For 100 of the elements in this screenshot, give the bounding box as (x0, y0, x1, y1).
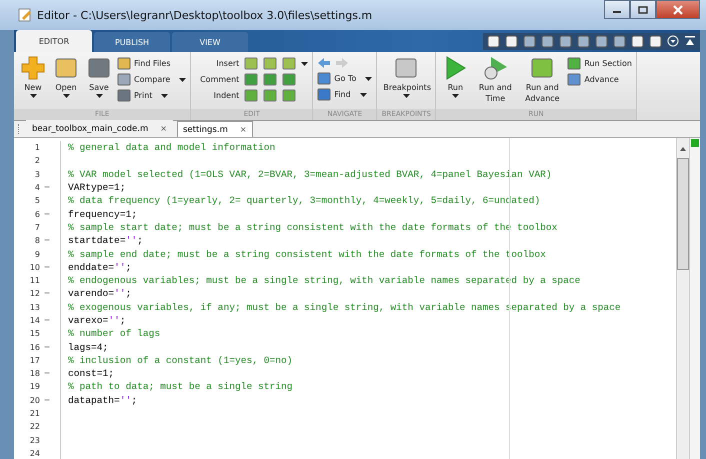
line-number: 18 (28, 369, 40, 378)
close-icon (673, 4, 683, 14)
toolstrip-button[interactable]: Find Files (117, 57, 186, 70)
line-number: 2 (34, 156, 40, 166)
toolbar-icon[interactable] (577, 34, 590, 48)
code-line: VARtype=1; (68, 182, 126, 194)
line-number: 16 (28, 342, 40, 352)
maximize-button[interactable] (630, 0, 656, 19)
code-line: varendo=''; (68, 288, 132, 300)
plus-icon (20, 55, 46, 81)
code-line: % general data and model information (68, 142, 276, 154)
toolbar-icon[interactable] (649, 34, 662, 48)
line-number: 6 (34, 210, 40, 219)
toolbar-icon[interactable] (487, 34, 500, 48)
code-line: frequency=1; (68, 208, 138, 220)
scrollbar[interactable] (676, 138, 689, 459)
line-number: 21 (28, 409, 40, 418)
dropdown-arrow-icon (179, 78, 186, 82)
code-line: % data frequency (1=yearly, 2= quarterly, 3=monthly, 4=weekly, 5=daily, 6=undated) (68, 195, 540, 206)
line-number: 3 (34, 170, 40, 179)
code-line: varexo=''; (68, 315, 126, 326)
code-line: enddate=''; (68, 262, 132, 273)
breakpoint-marker[interactable]: — (40, 289, 54, 298)
toolstrip-button[interactable]: Run Section (567, 57, 632, 70)
breakpoint-marker[interactable]: — (40, 342, 54, 352)
code-line: % inclusion of a constant (1=yes, 0=no) (68, 354, 293, 366)
dropdown-arrow-icon (365, 76, 372, 80)
ribbon-tab[interactable]: PUBLISH (94, 32, 170, 52)
ribbon-tab[interactable]: EDITOR (16, 30, 92, 52)
toolstrip-button[interactable]: Run and Time (473, 55, 518, 109)
line-number: 14 (28, 316, 40, 325)
code-line: % exogenous variables, if any; must be a single string, with variable names separated by a space (68, 302, 621, 313)
toolbar-icon[interactable] (505, 34, 518, 48)
close-button[interactable] (656, 0, 700, 19)
line-number: 5 (34, 196, 40, 206)
toolbar-icon[interactable] (541, 34, 554, 48)
code-line: % path to data; must be a single string (68, 381, 293, 392)
toolstrip-button[interactable]: Find (317, 88, 372, 101)
dropdown-arrow-icon (360, 92, 367, 96)
code-line: lags=4; (68, 342, 108, 353)
minimize-button[interactable] (604, 0, 630, 19)
toolstrip-button[interactable]: Save (84, 55, 114, 109)
collapse-icon[interactable] (684, 35, 696, 47)
back-arrow-icon[interactable] (317, 57, 332, 69)
toolbar-icon[interactable] (595, 34, 608, 48)
scroll-thumb[interactable] (677, 158, 689, 270)
close-tab-button[interactable]: × (240, 125, 247, 134)
toolbar-icon[interactable] (613, 34, 626, 48)
options-icon[interactable] (667, 35, 679, 47)
line-number: 19 (28, 382, 40, 392)
breakpoint-marker[interactable]: — (40, 369, 54, 378)
line-number: 15 (28, 329, 40, 338)
dropdown-arrow-icon (402, 94, 410, 98)
line-number: 12 (28, 289, 40, 298)
file-tab[interactable]: settings.m × (176, 121, 253, 137)
toolstrip-button[interactable]: Run (440, 55, 470, 109)
line-number: 20 (28, 396, 40, 405)
ribbon-tab[interactable]: VIEW (172, 32, 248, 52)
dropdown-arrow-icon (30, 94, 36, 98)
breakpoint-marker[interactable]: — (40, 210, 54, 219)
toolbar-icon[interactable] (631, 34, 644, 48)
toolstrip-button[interactable]: Open (51, 55, 81, 109)
toolstrip-button[interactable]: Breakpoints (381, 55, 432, 109)
pencil-document-icon (18, 8, 32, 22)
toolstrip-button[interactable]: Indent (195, 91, 240, 100)
line-number: 13 (28, 302, 40, 312)
close-tab-button[interactable]: × (160, 124, 167, 133)
breakpoint-marker[interactable]: — (40, 183, 54, 192)
toolstrip-button[interactable]: Advance (567, 73, 632, 86)
toolstrip-button[interactable]: New (18, 55, 48, 109)
toolbar-icon[interactable] (559, 34, 572, 48)
breakpoint-marker[interactable]: — (40, 316, 54, 325)
toolstrip-button[interactable]: Run and Advance (520, 55, 564, 109)
line-number: 23 (28, 436, 40, 445)
toolstrip-button[interactable]: Insert (195, 59, 240, 68)
line-number: 10 (28, 262, 40, 272)
status-indicator (691, 139, 699, 147)
code-line: % sample end date; must be a string consistent with the date formats of the toolbox (68, 248, 546, 260)
line-number: 1 (34, 143, 40, 152)
dropdown-arrow-icon[interactable] (301, 62, 308, 66)
breakpoint-marker[interactable]: — (40, 396, 54, 405)
clock-icon (482, 55, 508, 81)
grip-icon (18, 124, 22, 134)
toolstrip-button[interactable]: Go To (317, 72, 372, 85)
line-number: 8 (34, 236, 40, 246)
line-number: 11 (28, 276, 40, 286)
code-line: % VAR model selected (1=OLS VAR, 2=BVAR, 3=mean-adjusted BVAR, 4=panel Bayesian VAR) (68, 168, 552, 180)
breakpoint-marker[interactable]: — (40, 236, 54, 246)
line-number: 4 (34, 183, 40, 192)
dropdown-arrow-icon (62, 94, 70, 98)
line-number: 17 (28, 356, 40, 365)
line-number: 7 (34, 222, 40, 232)
line-number: 9 (34, 250, 40, 259)
code-line: datapath=''; (68, 394, 138, 406)
toolstrip-button[interactable]: Print (117, 89, 186, 102)
breakpoint-marker[interactable]: — (40, 262, 54, 272)
code-line: startdate=''; (68, 235, 143, 246)
toolbar-icon[interactable] (523, 34, 536, 48)
toolstrip-button[interactable]: Compare (117, 73, 186, 86)
toolstrip-button[interactable]: Comment (195, 75, 240, 84)
